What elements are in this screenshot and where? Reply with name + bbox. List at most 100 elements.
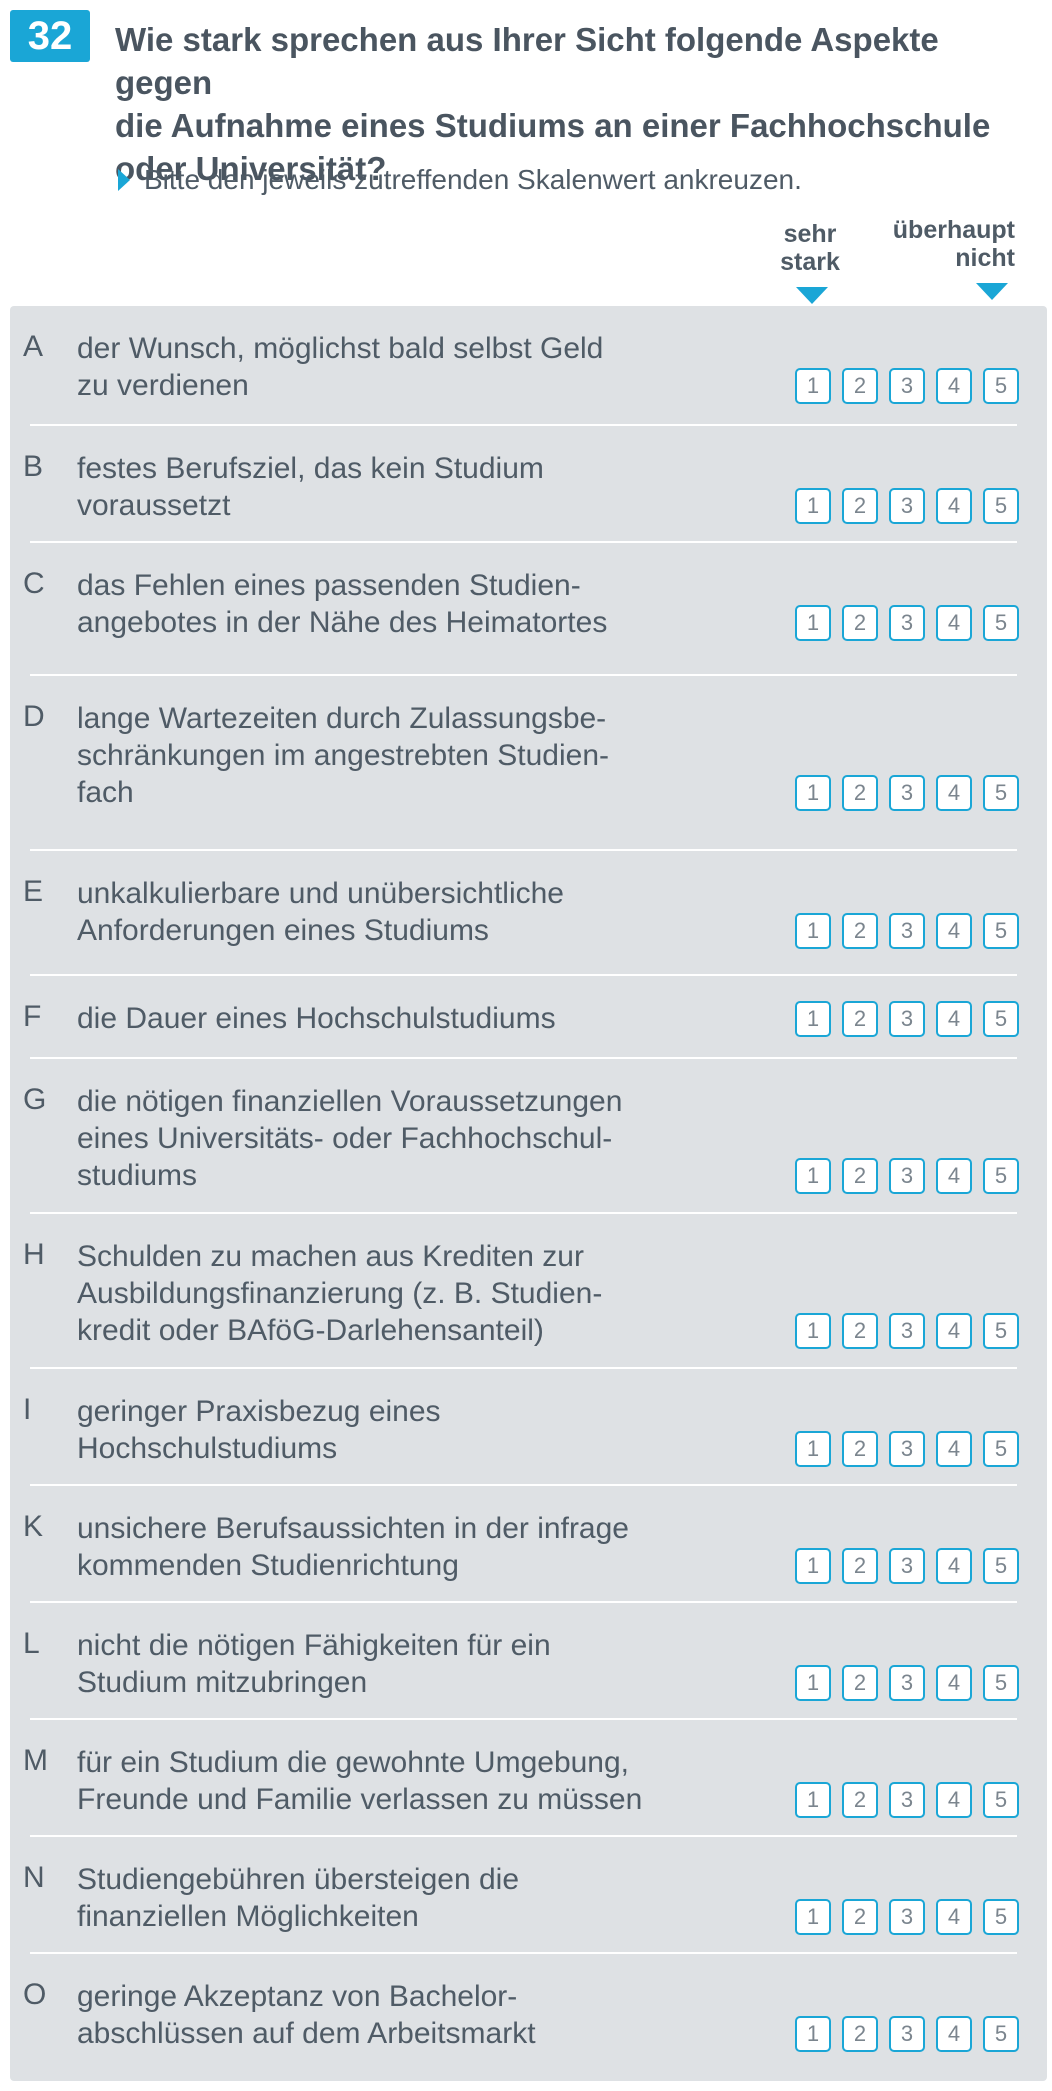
rating-checkbox-2[interactable]: 2	[842, 1001, 878, 1037]
rating-checkbox-4[interactable]: 4	[936, 2016, 972, 2052]
rating-checkbox-1[interactable]: 1	[795, 1899, 831, 1935]
rating-checkbox-4[interactable]: 4	[936, 775, 972, 811]
rating-checkbox-3[interactable]: 3	[889, 913, 925, 949]
item-letter: N	[23, 1861, 45, 1894]
rating-scale: 12345	[795, 368, 1030, 404]
rating-checkbox-2[interactable]: 2	[842, 1313, 878, 1349]
rating-checkbox-5[interactable]: 5	[983, 1001, 1019, 1037]
table-row: Ader Wunsch, möglichst bald selbst Geld …	[10, 306, 1047, 426]
rating-scale: 12345	[795, 1158, 1030, 1194]
rating-checkbox-1[interactable]: 1	[795, 1431, 831, 1467]
rating-scale: 12345	[795, 1313, 1030, 1349]
rating-scale: 12345	[795, 1431, 1030, 1467]
rating-checkbox-5[interactable]: 5	[983, 775, 1019, 811]
rating-checkbox-5[interactable]: 5	[983, 1665, 1019, 1701]
rating-scale: 12345	[795, 1899, 1030, 1935]
item-text: die Dauer eines Hochschulstudiums	[77, 1002, 556, 1035]
item-text: das Fehlen eines passenden Studien- ange…	[77, 569, 608, 639]
rating-checkbox-4[interactable]: 4	[936, 1158, 972, 1194]
rating-checkbox-3[interactable]: 3	[889, 1158, 925, 1194]
item-text: Schulden zu machen aus Krediten zur Ausb…	[77, 1240, 603, 1347]
rating-checkbox-5[interactable]: 5	[983, 1431, 1019, 1467]
rating-checkbox-4[interactable]: 4	[936, 488, 972, 524]
table-row: Gdie nötigen finanziellen Voraussetzunge…	[10, 1059, 1047, 1214]
item-text: für ein Studium die gewohnte Umgebung, F…	[77, 1746, 643, 1816]
rating-checkbox-5[interactable]: 5	[983, 488, 1019, 524]
scale-label-not-at-all: überhaupt nicht	[892, 216, 1015, 272]
scale-arrow-down-icon	[796, 287, 828, 304]
rating-checkbox-1[interactable]: 1	[795, 1001, 831, 1037]
rating-checkbox-5[interactable]: 5	[983, 1313, 1019, 1349]
rating-checkbox-2[interactable]: 2	[842, 1665, 878, 1701]
rating-checkbox-2[interactable]: 2	[842, 605, 878, 641]
rating-checkbox-1[interactable]: 1	[795, 605, 831, 641]
rating-checkbox-4[interactable]: 4	[936, 1548, 972, 1584]
rating-checkbox-1[interactable]: 1	[795, 1313, 831, 1349]
rating-checkbox-2[interactable]: 2	[842, 368, 878, 404]
rating-checkbox-3[interactable]: 3	[889, 1899, 925, 1935]
rating-checkbox-1[interactable]: 1	[795, 913, 831, 949]
rating-checkbox-1[interactable]: 1	[795, 368, 831, 404]
rating-checkbox-2[interactable]: 2	[842, 775, 878, 811]
item-letter: D	[23, 700, 45, 733]
rating-checkbox-2[interactable]: 2	[842, 1431, 878, 1467]
rating-checkbox-3[interactable]: 3	[889, 605, 925, 641]
rating-checkbox-3[interactable]: 3	[889, 2016, 925, 2052]
item-text: festes Berufsziel, das kein Studium vora…	[77, 452, 544, 522]
rating-checkbox-2[interactable]: 2	[842, 2016, 878, 2052]
rating-checkbox-4[interactable]: 4	[936, 1782, 972, 1818]
rating-checkbox-2[interactable]: 2	[842, 488, 878, 524]
rating-checkbox-5[interactable]: 5	[983, 2016, 1019, 2052]
rating-checkbox-4[interactable]: 4	[936, 1431, 972, 1467]
rating-checkbox-3[interactable]: 3	[889, 368, 925, 404]
rating-checkbox-5[interactable]: 5	[983, 1782, 1019, 1818]
rating-checkbox-1[interactable]: 1	[795, 2016, 831, 2052]
rating-checkbox-4[interactable]: 4	[936, 1899, 972, 1935]
item-text: geringer Praxisbezug eines Hochschulstud…	[77, 1395, 441, 1465]
rating-checkbox-3[interactable]: 3	[889, 488, 925, 524]
rating-checkbox-3[interactable]: 3	[889, 1313, 925, 1349]
rating-checkbox-5[interactable]: 5	[983, 913, 1019, 949]
instruction: Bitte den jeweils zutreffenden Skalenwer…	[118, 164, 802, 196]
rating-checkbox-5[interactable]: 5	[983, 1548, 1019, 1584]
rating-checkbox-3[interactable]: 3	[889, 775, 925, 811]
question-number-badge: 32	[10, 10, 90, 62]
rating-checkbox-3[interactable]: 3	[889, 1665, 925, 1701]
item-letter: M	[23, 1744, 48, 1777]
rating-checkbox-1[interactable]: 1	[795, 1665, 831, 1701]
item-letter: B	[23, 450, 44, 483]
rating-checkbox-5[interactable]: 5	[983, 605, 1019, 641]
rating-checkbox-3[interactable]: 3	[889, 1431, 925, 1467]
rating-checkbox-2[interactable]: 2	[842, 913, 878, 949]
rating-checkbox-1[interactable]: 1	[795, 1158, 831, 1194]
rating-checkbox-4[interactable]: 4	[936, 1665, 972, 1701]
rating-checkbox-1[interactable]: 1	[795, 1782, 831, 1818]
rating-checkbox-2[interactable]: 2	[842, 1158, 878, 1194]
item-text: nicht die nötigen Fähigkeiten für ein St…	[77, 1629, 551, 1699]
table-row: Cdas Fehlen eines passenden Studien- ang…	[10, 543, 1047, 676]
rating-checkbox-2[interactable]: 2	[842, 1899, 878, 1935]
rating-checkbox-2[interactable]: 2	[842, 1782, 878, 1818]
play-arrow-icon	[118, 169, 130, 191]
item-letter: C	[23, 567, 45, 600]
rating-checkbox-5[interactable]: 5	[983, 1899, 1019, 1935]
rating-checkbox-4[interactable]: 4	[936, 368, 972, 404]
rating-checkbox-4[interactable]: 4	[936, 1313, 972, 1349]
table-row: Dlange Wartezeiten durch Zulassungsbe- s…	[10, 676, 1047, 851]
rating-checkbox-3[interactable]: 3	[889, 1001, 925, 1037]
table-row: N Studiengebühren übersteigen die finanzi…	[10, 1837, 1047, 1954]
rating-checkbox-2[interactable]: 2	[842, 1548, 878, 1584]
item-letter: L	[23, 1627, 40, 1660]
rating-checkbox-1[interactable]: 1	[795, 488, 831, 524]
rating-checkbox-4[interactable]: 4	[936, 605, 972, 641]
rating-checkbox-1[interactable]: 1	[795, 1548, 831, 1584]
rating-checkbox-5[interactable]: 5	[983, 1158, 1019, 1194]
rating-checkbox-5[interactable]: 5	[983, 368, 1019, 404]
rating-checkbox-4[interactable]: 4	[936, 1001, 972, 1037]
item-letter: H	[23, 1238, 45, 1271]
rating-checkbox-4[interactable]: 4	[936, 913, 972, 949]
rating-scale: 12345	[795, 913, 1030, 949]
rating-checkbox-1[interactable]: 1	[795, 775, 831, 811]
rating-checkbox-3[interactable]: 3	[889, 1782, 925, 1818]
rating-checkbox-3[interactable]: 3	[889, 1548, 925, 1584]
